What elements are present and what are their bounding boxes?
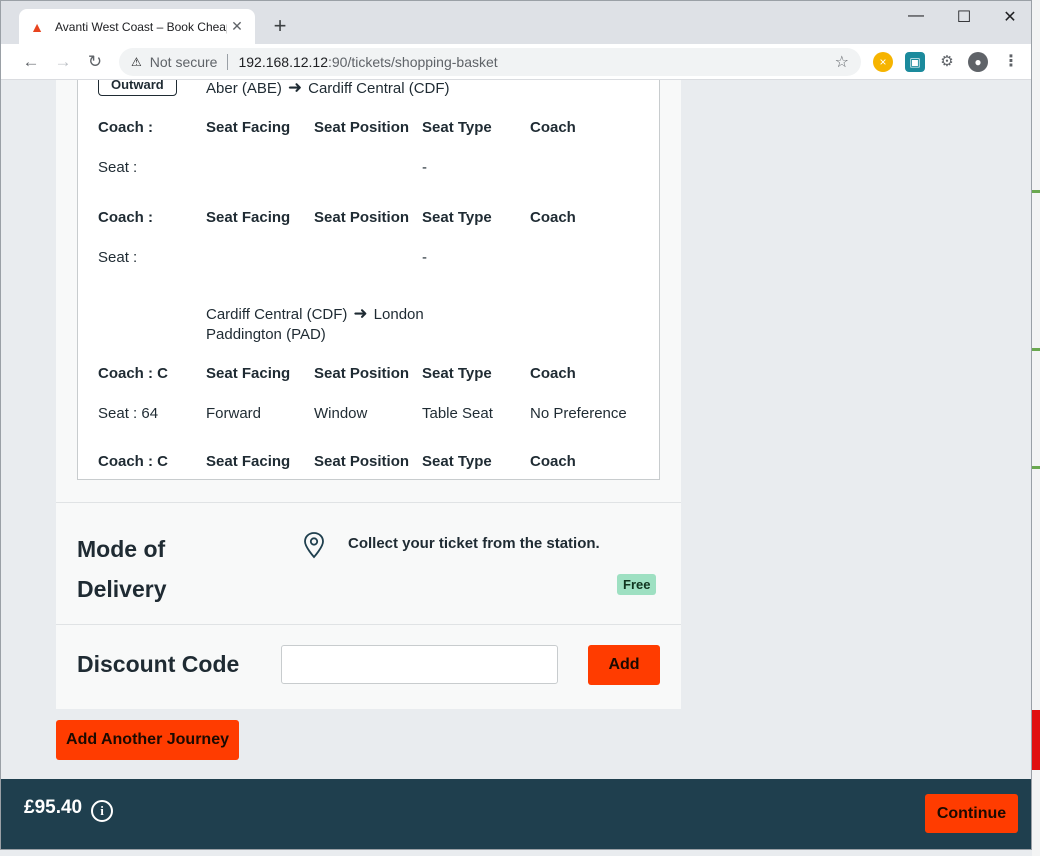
seat-position-header: Seat Position — [314, 453, 410, 470]
coach-pref-header: Coach — [530, 453, 576, 470]
seat-position-header: Seat Position — [314, 209, 410, 226]
coach-label: Coach : — [98, 119, 154, 136]
discount-title: Discount Code — [77, 651, 240, 677]
extension-grid-icon[interactable]: ▣ — [905, 52, 925, 72]
basket-panel: Outward Aber (ABE) ➜ Cardiff Central (CDF)… — [56, 80, 681, 709]
coach-pref-value: No Preference — [530, 405, 627, 422]
seat-type-header: Seat Type — [422, 365, 492, 382]
seat-type-header: Seat Type — [422, 209, 492, 226]
seat-facing-header: Seat Facing — [206, 209, 291, 226]
leg-1-route: Aber (ABE) ➜ Cardiff Central (CDF) — [206, 80, 450, 97]
total-price: £95.40 — [24, 797, 83, 818]
right-arrow-icon: ➜ — [287, 80, 303, 97]
browser-titlebar: ▲ Avanti West Coast – Book Cheap ✕ + — ☐… — [1, 1, 1031, 44]
delivery-title: Mode of Delivery — [77, 536, 167, 602]
reload-icon[interactable]: ↻ — [83, 50, 107, 74]
seat-position-value: Window — [314, 405, 368, 422]
coach-label: Coach : C — [98, 365, 169, 382]
discount-code-input[interactable] — [281, 645, 558, 684]
mode-of-delivery-section: Mode of Delivery Collect your ticket from… — [56, 502, 681, 624]
seat-type-header: Seat Type — [422, 119, 492, 136]
address-bar[interactable]: ⚠ Not secure 192.168.12.12:90/tickets/sh… — [119, 48, 861, 76]
seat-type-value: - — [422, 249, 427, 266]
url-host: 192.168.12.12 — [238, 54, 328, 70]
back-arrow-icon[interactable]: ← — [19, 50, 43, 74]
info-icon[interactable]: i — [91, 800, 113, 822]
coach-pref-header: Coach — [530, 209, 576, 226]
extensions-puzzle-icon[interactable]: ⚙ — [937, 52, 957, 72]
add-another-journey-button[interactable]: Add Another Journey — [56, 720, 239, 760]
seat-type-value: Table Seat — [422, 405, 493, 422]
seat-position-header: Seat Position — [314, 119, 410, 136]
menu-kebab-icon[interactable]: ⋮ — [1001, 52, 1021, 72]
coach-pref-header: Coach — [530, 365, 576, 382]
seat-type-value: - — [422, 159, 427, 176]
shopping-basket-page: Outward Aber (ABE) ➜ Cardiff Central (CDF)… — [1, 80, 1031, 849]
security-status: Not secure — [149, 54, 218, 70]
new-tab-button[interactable]: + — [267, 13, 293, 39]
seat-facing-header: Seat Facing — [206, 119, 291, 136]
forward-arrow-icon[interactable]: → — [51, 50, 75, 74]
outward-badge: Outward — [98, 80, 177, 96]
seat-facing-header: Seat Facing — [206, 365, 291, 382]
coach-label: Coach : C — [98, 453, 169, 470]
extension-clock-icon[interactable]: × — [873, 52, 893, 72]
coach-label: Coach : — [98, 209, 154, 226]
browser-toolbar: ← → ↻ ⚠ Not secure 192.168.12.12:90/tick… — [1, 44, 1031, 80]
seat-type-header: Seat Type — [422, 453, 492, 470]
free-badge: Free — [617, 574, 657, 595]
location-pin-icon — [304, 532, 324, 559]
leg-2-route: Cardiff Central (CDF) ➜ London Paddington … — [206, 304, 424, 343]
bookmark-star-icon[interactable]: ☆ — [835, 52, 849, 72]
background-app-strip — [1032, 0, 1040, 856]
browser-tab[interactable]: ▲ Avanti West Coast – Book Cheap ✕ — [19, 9, 255, 44]
tab-title: Avanti West Coast – Book Cheap — [55, 19, 227, 34]
seat-facing-header: Seat Facing — [206, 453, 291, 470]
discount-code-section: Discount Code Add — [56, 624, 681, 709]
close-window-button[interactable]: ✕ — [995, 7, 1025, 27]
seat-position-header: Seat Position — [314, 365, 410, 382]
maximize-button[interactable]: ☐ — [949, 7, 979, 27]
tab-close-icon[interactable]: ✕ — [229, 18, 245, 35]
avanti-favicon-icon: ▲ — [30, 18, 44, 35]
basket-footer: £95.40 i Continue — [1, 779, 1031, 849]
coach-pref-header: Coach — [530, 119, 576, 136]
continue-button[interactable]: Continue — [925, 794, 1018, 833]
url-path: :90/tickets/shopping-basket — [328, 54, 498, 70]
browser-window: ▲ Avanti West Coast – Book Cheap ✕ + — ☐… — [0, 0, 1032, 850]
minimize-button[interactable]: — — [901, 7, 931, 25]
warning-triangle-icon: ⚠ — [131, 55, 142, 69]
seat-label: Seat : — [98, 159, 138, 176]
seat-label: Seat : 64 — [98, 405, 159, 422]
seat-facing-value: Forward — [206, 405, 262, 422]
add-discount-button[interactable]: Add — [588, 645, 660, 685]
right-arrow-icon: ➜ — [353, 304, 368, 323]
profile-avatar-icon[interactable]: ● — [968, 52, 988, 72]
seat-label: Seat : — [98, 249, 138, 266]
delivery-message: Collect your ticket from the station. — [348, 535, 600, 552]
seat-details-scroll-box[interactable]: Outward Aber (ABE) ➜ Cardiff Central (CDF)… — [77, 80, 660, 480]
